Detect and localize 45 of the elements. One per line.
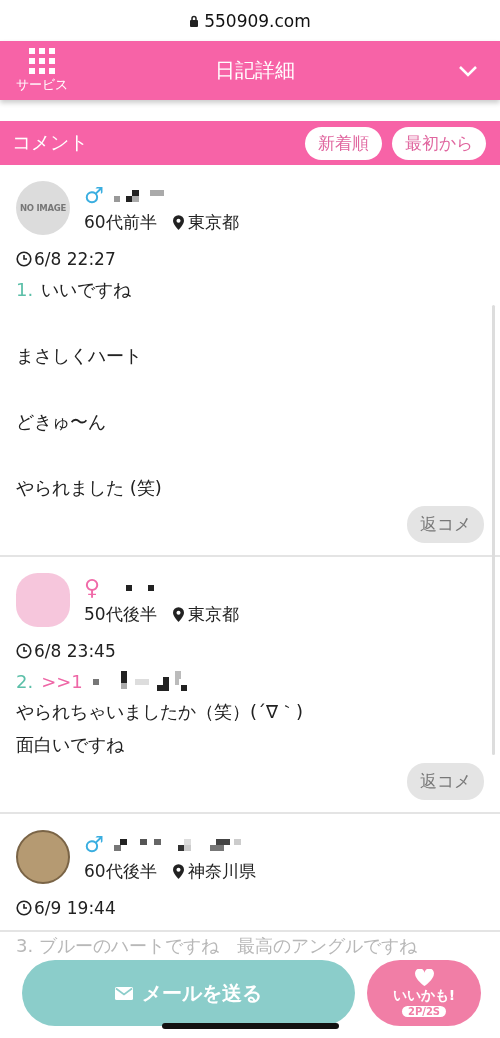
location-pin-icon <box>172 214 184 230</box>
age-text: 50代後半 <box>84 602 157 626</box>
location-text: 東京都 <box>187 602 239 626</box>
comment-text: やられちゃいましたか（笑）(´∇｀) <box>16 700 305 724</box>
no-image-avatar[interactable]: NO IMAGE <box>16 181 70 235</box>
faded-comment-text: 3. ブルーのハートですね 最高のアングルですね <box>15 934 418 958</box>
like-button[interactable]: いいかも! 2P/2S <box>367 960 481 1026</box>
gender-symbol: ♀ <box>84 576 101 599</box>
lock-icon <box>189 14 200 27</box>
gender-symbol: ♂ <box>84 184 104 207</box>
timestamp: 6/8 22:27 <box>34 249 116 269</box>
location-text: 神奈川県 <box>187 859 256 883</box>
comment-number: 1. <box>16 279 34 300</box>
chevron-down-icon[interactable] <box>458 64 478 77</box>
gender-symbol: ♂ <box>84 833 104 856</box>
timestamp: 6/9 19:44 <box>34 898 116 918</box>
services-menu-button[interactable]: サービス <box>12 47 72 94</box>
comments-title: コメント <box>12 130 88 155</box>
clock-icon <box>16 900 32 916</box>
age-text: 60代前半 <box>84 210 157 234</box>
comment-text: 面白いですね <box>16 733 125 757</box>
location-pin-icon <box>172 606 184 622</box>
sort-button[interactable]: 新着順 <box>305 126 382 160</box>
comment-text: やられました (笑) <box>16 476 163 500</box>
timestamp: 6/8 23:45 <box>34 641 116 661</box>
comment-text: いいですね <box>41 278 132 302</box>
reply-link[interactable]: >>1 <box>41 671 83 692</box>
heart-icon <box>414 969 434 986</box>
envelope-icon <box>115 986 133 1000</box>
comment-number: 2. <box>16 671 34 692</box>
send-mail-button[interactable]: メールを送る <box>22 960 355 1026</box>
comment-text: まさしくハート <box>16 344 143 368</box>
sort-button[interactable]: 最初から <box>392 126 486 160</box>
age-text: 60代後半 <box>84 859 157 883</box>
clock-icon <box>16 251 32 267</box>
page-title: 日記詳細 <box>214 57 296 84</box>
avatar-illustration[interactable] <box>16 830 70 884</box>
comment-text: どきゅ〜ん <box>16 410 107 434</box>
url-text[interactable]: 550909.com <box>204 10 311 31</box>
location-text: 東京都 <box>187 210 239 234</box>
location-pin-icon <box>172 863 184 879</box>
clock-icon <box>16 643 32 659</box>
reply-comment-button[interactable]: 返コメ <box>407 506 484 543</box>
grid-icon <box>28 47 56 75</box>
reply-comment-button[interactable]: 返コメ <box>407 763 484 800</box>
